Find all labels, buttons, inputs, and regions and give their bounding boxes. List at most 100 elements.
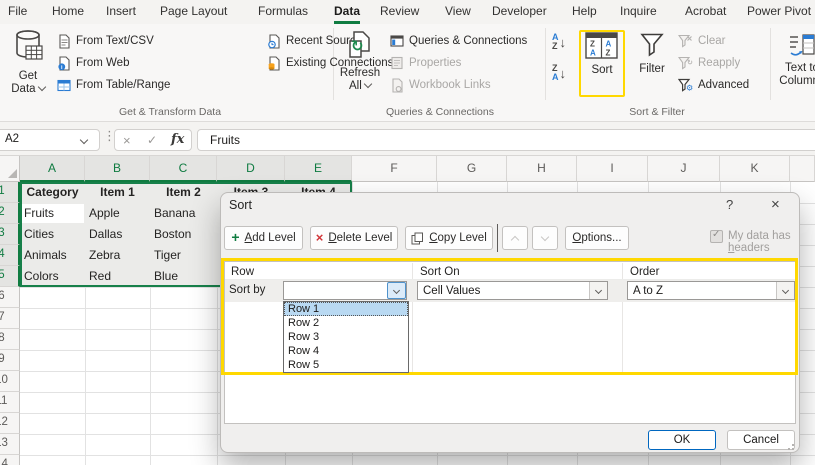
menu-tab-file[interactable]: File — [8, 0, 27, 24]
close-icon[interactable]: × — [771, 196, 780, 213]
cell-B2[interactable]: Apple — [87, 206, 148, 223]
column-header-h[interactable]: H — [507, 156, 577, 182]
row-header-12[interactable]: 12 — [0, 413, 20, 434]
sort-on-combo[interactable]: Cell Values — [417, 281, 608, 300]
cell-A2[interactable]: Fruits — [22, 206, 83, 223]
menu-tab-review[interactable]: Review — [380, 0, 419, 24]
row-header-2[interactable]: 2 — [0, 203, 20, 224]
column-header-a[interactable]: A — [20, 156, 85, 182]
menu-tab-acrobat[interactable]: Acrobat — [685, 0, 726, 24]
select-all-triangle-icon — [8, 169, 17, 178]
dropdown-item-row-3[interactable]: Row 3 — [284, 330, 408, 344]
column-header-g[interactable]: G — [437, 156, 507, 182]
sort-z-to-a-button[interactable]: ZA↓ — [552, 64, 566, 82]
column-header-e[interactable]: E — [285, 156, 352, 182]
fx-icon[interactable]: fx — [171, 132, 184, 147]
column-header-partial[interactable] — [790, 156, 815, 182]
menu-tab-help[interactable]: Help — [572, 0, 597, 24]
cell-B1[interactable]: Item 1 — [87, 185, 148, 202]
advanced-filter-icon: ⚙ — [678, 78, 693, 92]
chevron-down-icon[interactable] — [80, 136, 88, 144]
cell-A1[interactable]: Category — [22, 185, 83, 202]
row-header-5[interactable]: 5 — [0, 266, 20, 287]
column-header-d[interactable]: D — [217, 156, 285, 182]
cell-C3[interactable]: Boston — [152, 227, 215, 244]
order-combo[interactable]: A to Z — [627, 281, 795, 300]
column-header-b[interactable]: B — [85, 156, 150, 182]
add-level-button[interactable]: + Add Level — [224, 226, 303, 250]
cell-C2[interactable]: Banana — [152, 206, 215, 223]
sort-az-icon: AZ — [552, 33, 559, 51]
confirm-entry-icon[interactable]: ✓ — [147, 133, 157, 147]
cancel-entry-icon[interactable]: × — [123, 133, 131, 148]
combo-dropdown-button[interactable] — [589, 282, 607, 299]
advanced-filter-button[interactable]: ⚙ Advanced — [678, 77, 749, 93]
row-header-10[interactable]: 10 — [0, 371, 20, 392]
sort-by-combo[interactable] — [283, 281, 407, 300]
cell-C5[interactable]: Blue — [152, 269, 215, 286]
help-icon[interactable]: ? — [726, 197, 733, 212]
menu-tab-inquire[interactable]: Inquire — [620, 0, 657, 24]
options-button[interactable]: Options... — [565, 226, 629, 250]
menu-tab-insert[interactable]: Insert — [106, 0, 136, 24]
menu-tab-developer[interactable]: Developer — [492, 0, 547, 24]
from-web-button[interactable]: i From Web — [57, 55, 129, 71]
name-box[interactable]: A2 — [0, 129, 100, 151]
x-icon: × — [316, 230, 324, 245]
dropdown-item-row-1[interactable]: Row 1 — [284, 302, 408, 316]
dropdown-item-row-5[interactable]: Row 5 — [284, 358, 408, 372]
formula-value: Fruits — [210, 133, 240, 147]
dropdown-item-row-4[interactable]: Row 4 — [284, 344, 408, 358]
cell-C4[interactable]: Tiger — [152, 248, 215, 265]
text-to-columns-button[interactable]: Text to Columns — [776, 32, 815, 88]
menu-tab-page-layout[interactable]: Page Layout — [160, 0, 227, 24]
row-header-11[interactable]: 11 — [0, 392, 20, 413]
cell-B5[interactable]: Red — [87, 269, 148, 286]
get-data-button[interactable]: Get Data — [4, 30, 52, 96]
combo-dropdown-button[interactable] — [776, 282, 794, 299]
row-header-1[interactable]: 1 — [0, 182, 20, 203]
combo-dropdown-button[interactable] — [387, 282, 406, 299]
row-header-9[interactable]: 9 — [0, 350, 20, 371]
get-data-label-2: Data — [11, 83, 45, 95]
queries-connections-button[interactable]: Queries & Connections — [390, 33, 527, 49]
dialog-titlebar[interactable] — [221, 193, 799, 219]
copy-level-button[interactable]: Copy Level — [405, 226, 493, 250]
cell-A4[interactable]: Animals — [22, 248, 83, 265]
row-header-6[interactable]: 6 — [0, 287, 20, 308]
sort-za-icon: ZA — [552, 64, 559, 82]
column-header-c[interactable]: C — [150, 156, 217, 182]
menu-tab-view[interactable]: View — [445, 0, 471, 24]
sort-a-to-z-button[interactable]: AZ↓ — [552, 33, 566, 51]
column-header-i[interactable]: I — [577, 156, 648, 182]
from-text-csv-button[interactable]: From Text/CSV — [57, 33, 154, 49]
menu-tab-home[interactable]: Home — [52, 0, 84, 24]
filter-button[interactable]: Filter — [634, 32, 670, 76]
row-header-13[interactable]: 13 — [0, 434, 20, 455]
row-header-7[interactable]: 7 — [0, 308, 20, 329]
cell-B4[interactable]: Zebra — [87, 248, 148, 265]
group-label-sort-filter: Sort & Filter — [629, 106, 684, 118]
column-header-j[interactable]: J — [648, 156, 720, 182]
cell-C1[interactable]: Item 2 — [152, 185, 215, 202]
cell-A5[interactable]: Colors — [22, 269, 83, 286]
row-header-4[interactable]: 4 — [0, 245, 20, 266]
row-header-14[interactable]: 14 — [0, 455, 20, 465]
from-table-range-button[interactable]: From Table/Range — [57, 77, 170, 93]
select-all-corner[interactable] — [0, 156, 20, 182]
dropdown-item-row-2[interactable]: Row 2 — [284, 316, 408, 330]
cell-B3[interactable]: Dallas — [87, 227, 148, 244]
delete-level-button[interactable]: × Delete Level — [310, 226, 398, 250]
ok-button[interactable]: OK — [648, 430, 716, 450]
column-header-k[interactable]: K — [720, 156, 790, 182]
row-header-3[interactable]: 3 — [0, 224, 20, 245]
column-header-f[interactable]: F — [352, 156, 437, 182]
cell-A3[interactable]: Cities — [22, 227, 83, 244]
resize-grip[interactable] — [784, 440, 794, 450]
row-header-8[interactable]: 8 — [0, 329, 20, 350]
formula-input[interactable]: Fruits — [197, 129, 815, 151]
refresh-all-button[interactable]: ↻ Refresh All — [336, 31, 384, 93]
menu-tab-power-pivot[interactable]: Power Pivot — [747, 0, 811, 24]
menu-tab-data[interactable]: Data — [334, 0, 360, 24]
menu-tab-formulas[interactable]: Formulas — [258, 0, 308, 24]
